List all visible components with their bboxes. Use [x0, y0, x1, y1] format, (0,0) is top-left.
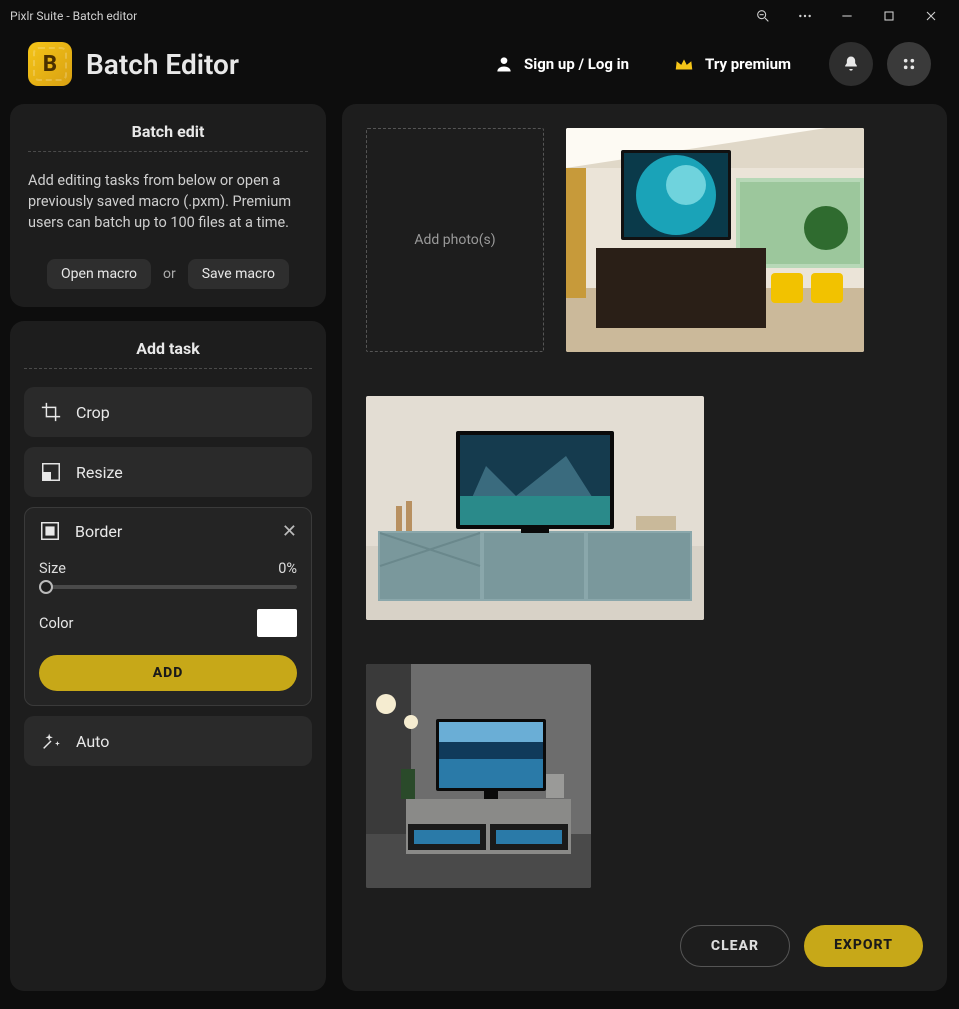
border-icon: [39, 520, 61, 542]
minimize-icon[interactable]: [839, 8, 855, 24]
size-value: 0%: [278, 560, 297, 577]
color-swatch[interactable]: [257, 609, 297, 637]
more-icon[interactable]: [797, 8, 813, 24]
crown-icon: [673, 53, 695, 75]
app-logo: B: [28, 42, 72, 86]
crop-icon: [40, 401, 62, 423]
task-label: Resize: [76, 463, 123, 482]
photo-thumbnail[interactable]: [366, 396, 704, 620]
app-header: B Batch Editor Sign up / Log in Try prem…: [0, 32, 959, 104]
bell-icon: [841, 54, 861, 74]
photo-thumbnail[interactable]: [366, 664, 591, 888]
size-label: Size: [39, 560, 66, 577]
user-icon: [494, 54, 514, 74]
photo-thumbnail[interactable]: [566, 128, 864, 352]
zoom-out-icon[interactable]: [755, 8, 771, 24]
task-resize[interactable]: Resize: [24, 447, 312, 497]
titlebar: Pixlr Suite - Batch editor: [0, 0, 959, 32]
close-icon[interactable]: [923, 8, 939, 24]
add-task-panel: Add task Crop Resize Border: [10, 321, 326, 991]
grid-icon: [899, 54, 919, 74]
color-label: Color: [39, 615, 73, 632]
save-macro-button[interactable]: Save macro: [188, 259, 289, 289]
notifications-button[interactable]: [829, 42, 873, 86]
task-auto[interactable]: Auto: [24, 716, 312, 766]
task-label: Crop: [76, 403, 110, 422]
batch-edit-title: Batch edit: [28, 122, 308, 141]
add-task-button[interactable]: ADD: [39, 655, 297, 691]
auto-icon: [40, 730, 62, 752]
separator: [24, 368, 312, 369]
slider-thumb[interactable]: [39, 580, 53, 594]
task-label: Auto: [76, 732, 109, 751]
export-button[interactable]: EXPORT: [804, 925, 923, 967]
or-text: or: [163, 266, 176, 282]
try-premium-button[interactable]: Try premium: [673, 53, 791, 75]
apps-grid-button[interactable]: [887, 42, 931, 86]
batch-edit-panel: Batch edit Add editing tasks from below …: [10, 104, 326, 307]
task-border: Border ✕ Size 0% Color ADD: [24, 507, 312, 706]
size-slider[interactable]: [39, 585, 297, 589]
add-photos-dropzone[interactable]: Add photo(s): [366, 128, 544, 352]
signup-login-button[interactable]: Sign up / Log in: [494, 54, 629, 74]
resize-icon: [40, 461, 62, 483]
thumbnail-image: [366, 396, 704, 620]
separator: [28, 151, 308, 152]
task-crop[interactable]: Crop: [24, 387, 312, 437]
close-task-button[interactable]: ✕: [282, 521, 297, 542]
window-title: Pixlr Suite - Batch editor: [6, 9, 755, 23]
maximize-icon[interactable]: [881, 8, 897, 24]
add-task-title: Add task: [24, 335, 312, 368]
clear-button[interactable]: CLEAR: [680, 925, 790, 967]
batch-edit-description: Add editing tasks from below or open a p…: [28, 170, 308, 233]
task-label: Border: [75, 522, 268, 541]
page-title: Batch Editor: [86, 48, 239, 81]
photo-area: Add photo(s): [342, 104, 947, 991]
open-macro-button[interactable]: Open macro: [47, 259, 151, 289]
thumbnail-image: [566, 128, 864, 352]
thumbnail-image: [366, 664, 591, 888]
